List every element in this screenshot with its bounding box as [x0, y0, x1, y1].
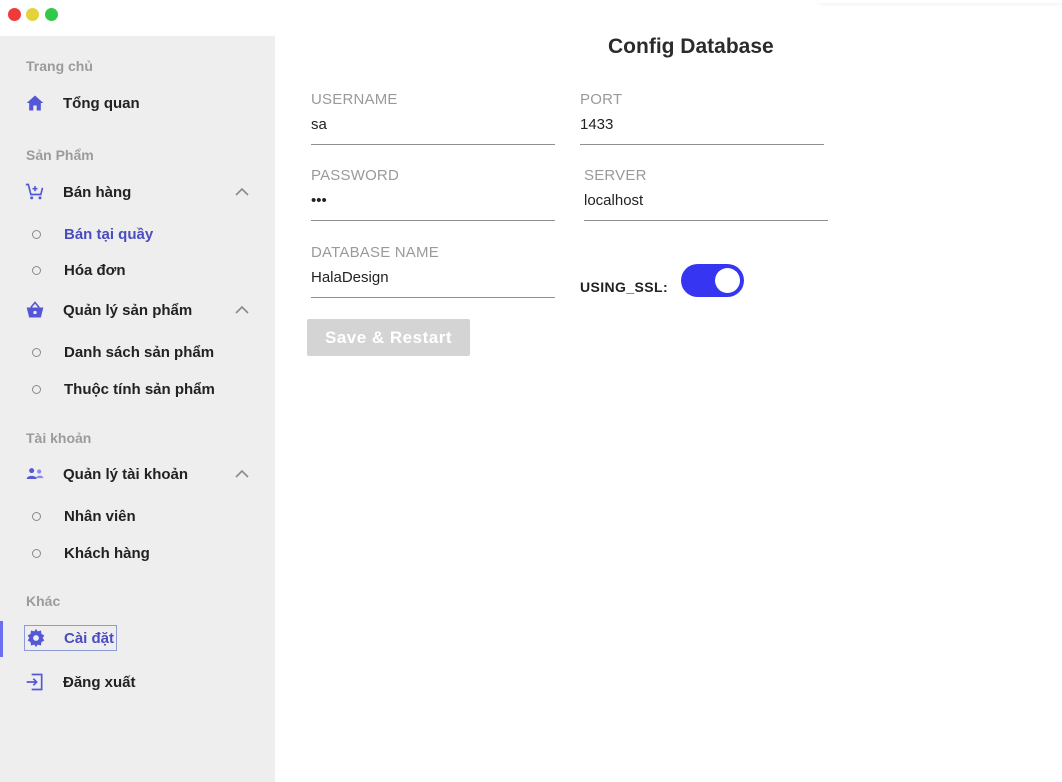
- sidebar: Trang chủ Tổng quan Sản Phẩm Bán hàng Bá…: [0, 36, 275, 782]
- sidebar-item-label: Cài đặt: [64, 629, 115, 647]
- cart-icon: [24, 181, 46, 203]
- sidebar-subitem-label: Thuộc tính sản phẩm: [64, 380, 215, 398]
- sidebar-item-sales[interactable]: Bán hàng: [24, 179, 131, 205]
- active-indicator: [0, 621, 3, 657]
- username-label: USERNAME: [311, 91, 398, 108]
- sidebar-subitem-product-attributes[interactable]: Thuộc tính sản phẩm: [32, 377, 215, 401]
- chevron-up-icon[interactable]: [234, 302, 250, 318]
- sidebar-item-label: Quản lý sản phẩm: [63, 301, 193, 319]
- bullet-icon: [32, 347, 41, 357]
- logout-icon: [24, 671, 46, 693]
- sidebar-subitem-label: Khách hàng: [64, 544, 150, 562]
- sidebar-item-overview[interactable]: Tổng quan: [24, 90, 140, 116]
- sidebar-subitem-label: Bán tại quầy: [64, 225, 154, 243]
- username-field-group: USERNAME: [311, 91, 555, 145]
- port-label: PORT: [580, 91, 623, 108]
- sidebar-item-label: Quản lý tài khoản: [63, 465, 189, 483]
- sidebar-subitem-product-list[interactable]: Danh sách sản phẩm: [32, 340, 214, 364]
- home-icon: [24, 92, 46, 114]
- sidebar-subitem-counter-sales[interactable]: Bán tại quầy: [32, 222, 153, 246]
- chevron-up-icon[interactable]: [234, 184, 250, 200]
- section-title-accounts: Tài khoản: [26, 430, 92, 446]
- bullet-icon: [32, 384, 41, 394]
- server-label: SERVER: [584, 167, 647, 184]
- basket-icon: [24, 299, 46, 321]
- sidebar-subitem-label: Hóa đơn: [64, 261, 126, 279]
- section-title-products: Sản Phẩm: [26, 147, 94, 163]
- bullet-icon: [32, 265, 41, 275]
- password-input[interactable]: [311, 187, 555, 221]
- database-name-label: DATABASE NAME: [311, 244, 439, 261]
- database-field-group: DATABASE NAME: [311, 244, 555, 298]
- section-title-other: Khác: [26, 593, 61, 609]
- gear-icon: [25, 627, 47, 649]
- port-field-group: PORT: [580, 91, 824, 145]
- password-field-group: PASSWORD: [311, 167, 555, 221]
- port-input[interactable]: [580, 111, 824, 145]
- chevron-up-icon[interactable]: [234, 466, 250, 482]
- sidebar-item-account-management[interactable]: Quản lý tài khoản: [24, 461, 188, 487]
- sidebar-item-product-management[interactable]: Quản lý sản phẩm: [24, 297, 192, 323]
- server-input[interactable]: [584, 187, 828, 221]
- bullet-icon: [32, 229, 41, 239]
- ssl-label: USING_SSL:: [580, 279, 669, 295]
- close-window-button[interactable]: [8, 8, 21, 21]
- server-field-group: SERVER: [584, 167, 828, 221]
- save-restart-button[interactable]: Save & Restart: [307, 319, 470, 356]
- page-title: Config Database: [608, 35, 774, 58]
- section-title-home: Trang chủ: [26, 58, 93, 74]
- password-label: PASSWORD: [311, 167, 399, 184]
- sidebar-subitem-label: Nhân viên: [64, 507, 136, 525]
- ssl-toggle[interactable]: [681, 264, 744, 297]
- bullet-icon: [32, 548, 41, 558]
- sidebar-item-settings[interactable]: Cài đặt: [24, 625, 118, 651]
- bullet-icon: [32, 511, 41, 521]
- users-icon: [24, 463, 46, 485]
- toggle-knob: [715, 268, 740, 293]
- sidebar-subitem-employees[interactable]: Nhân viên: [32, 504, 136, 528]
- database-name-input[interactable]: [311, 264, 555, 298]
- sidebar-item-label: Tổng quan: [63, 94, 140, 112]
- sidebar-item-label: Đăng xuất: [63, 673, 136, 691]
- top-edge-shadow: [820, 0, 1062, 3]
- sidebar-item-logout[interactable]: Đăng xuất: [24, 669, 136, 695]
- title-bar: [0, 0, 1062, 36]
- sidebar-subitem-customers[interactable]: Khách hàng: [32, 541, 150, 565]
- sidebar-item-label: Bán hàng: [63, 183, 132, 201]
- username-input[interactable]: [311, 111, 555, 145]
- maximize-window-button[interactable]: [45, 8, 58, 21]
- sidebar-subitem-invoices[interactable]: Hóa đơn: [32, 258, 126, 282]
- minimize-window-button[interactable]: [26, 8, 39, 21]
- sidebar-subitem-label: Danh sách sản phẩm: [64, 343, 215, 361]
